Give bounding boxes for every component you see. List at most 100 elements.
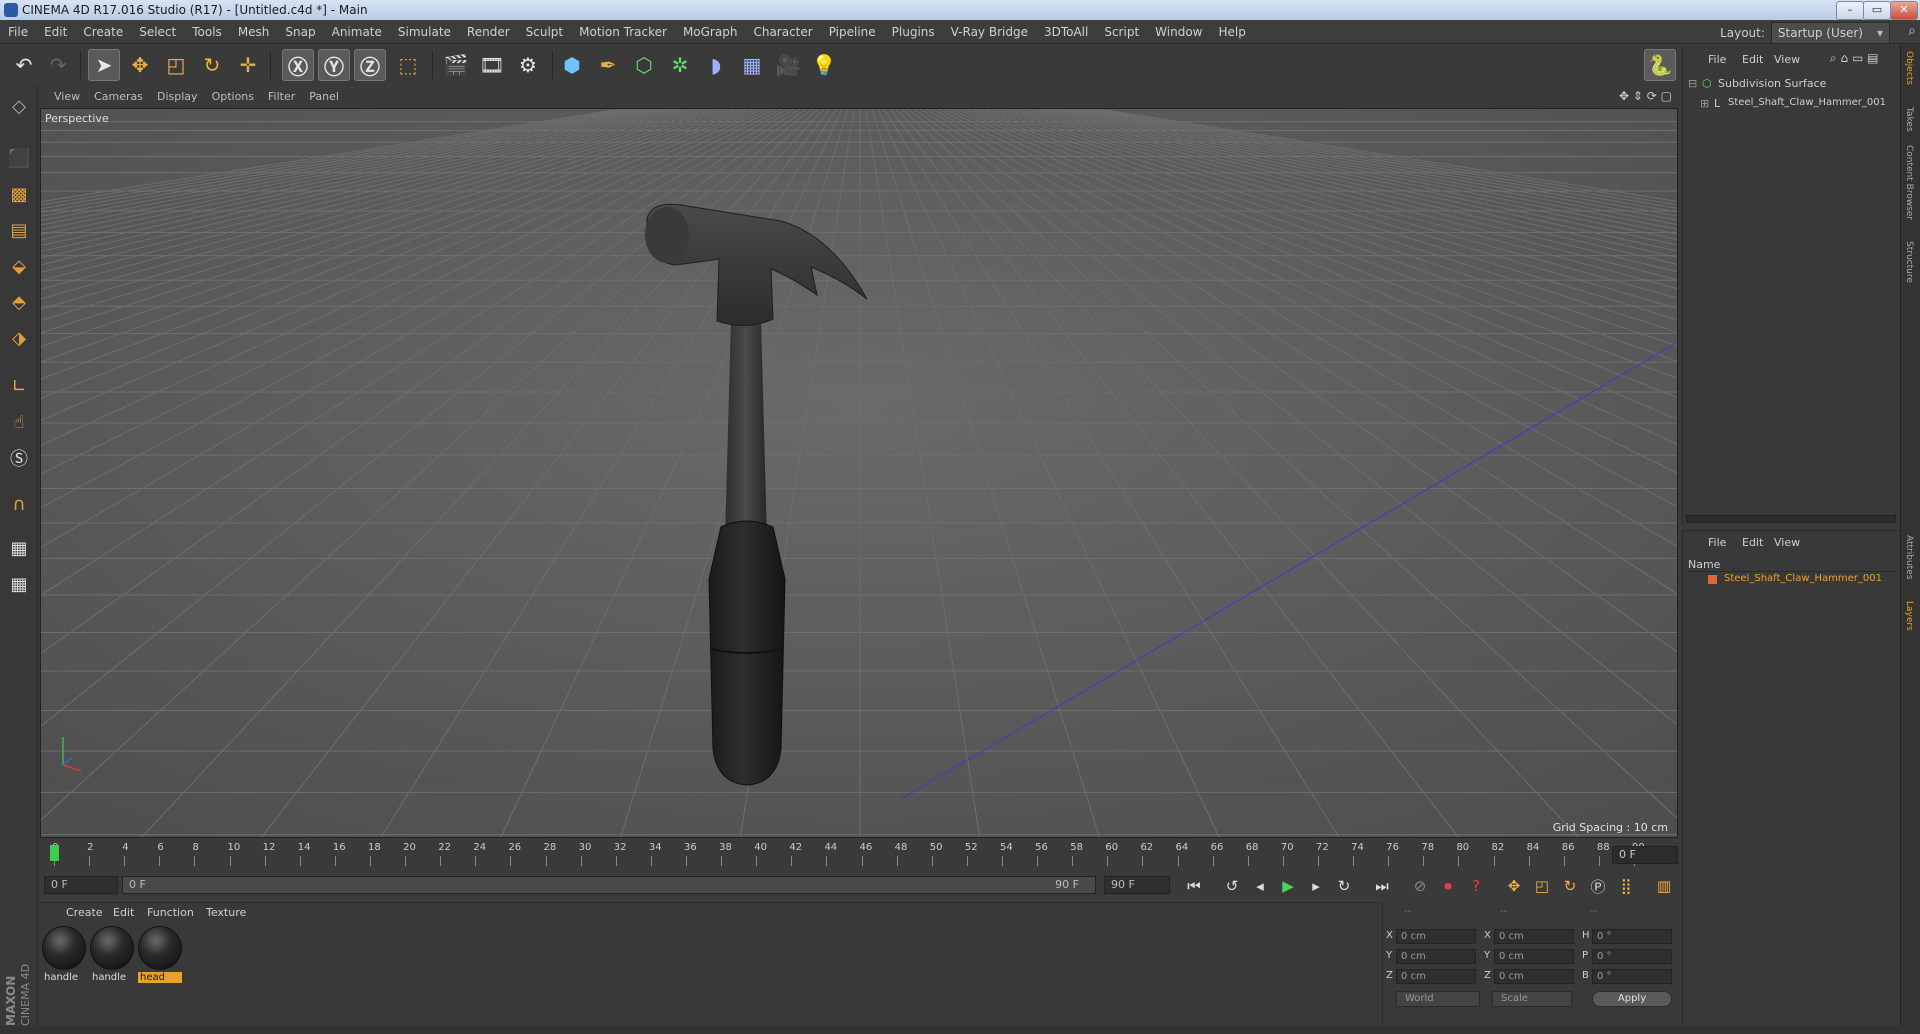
scale-icon[interactable]: ◰ xyxy=(160,49,192,81)
object-manager-scrollbar[interactable] xyxy=(1686,515,1896,523)
menu-motion-tracker[interactable]: Motion Tracker xyxy=(571,20,675,44)
previous-frame-icon[interactable]: ◂ xyxy=(1248,874,1272,898)
menu-vray-bridge[interactable]: V-Ray Bridge xyxy=(943,20,1036,44)
menu-pipeline[interactable]: Pipeline xyxy=(821,20,884,44)
object-menu-edit[interactable]: Edit xyxy=(1742,53,1763,66)
layout-dropdown[interactable]: Startup (User) xyxy=(1770,22,1890,44)
model-mode-icon[interactable]: ⬛ xyxy=(3,142,35,174)
rotation-p-field[interactable]: 0 ° xyxy=(1592,949,1672,964)
python-icon[interactable]: 🐍 xyxy=(1644,49,1676,81)
tab-attributes[interactable]: Attributes xyxy=(1904,535,1914,579)
viewport-menu-display[interactable]: Display xyxy=(157,86,198,108)
tab-structure[interactable]: Structure xyxy=(1904,241,1914,283)
layer-item[interactable]: Steel_Shaft_Claw_Hammer_001 xyxy=(1724,573,1882,584)
workplane-icon[interactable]: ▤ xyxy=(3,214,35,246)
material-menu-edit[interactable]: Edit xyxy=(113,906,134,919)
menu-window[interactable]: Window xyxy=(1147,20,1210,44)
key-pla-icon[interactable]: ⣿ xyxy=(1614,874,1638,898)
camera-icon[interactable]: 🎥 xyxy=(772,49,804,81)
key-parameter-icon[interactable]: Ⓟ xyxy=(1586,874,1610,898)
next-frame-icon[interactable]: ▸ xyxy=(1304,874,1328,898)
key-rotation-icon[interactable]: ↻ xyxy=(1558,874,1582,898)
menu-file[interactable]: File xyxy=(0,20,36,44)
rotation-b-field[interactable]: 0 ° xyxy=(1592,969,1672,984)
live-transform-icon[interactable]: ✛ xyxy=(232,49,264,81)
menu-render[interactable]: Render xyxy=(459,20,518,44)
position-y-field[interactable]: 0 cm xyxy=(1396,949,1476,964)
go-to-start-icon[interactable]: ⏮ xyxy=(1182,874,1206,898)
close-button[interactable]: ✕ xyxy=(1890,1,1918,20)
snap-icon[interactable]: Ⓢ xyxy=(3,442,35,474)
position-x-field[interactable]: 0 cm xyxy=(1396,929,1476,944)
subdivision-icon[interactable]: ⬡ xyxy=(628,49,660,81)
menu-select[interactable]: Select xyxy=(131,20,184,44)
viewport-navigation-icons[interactable]: ✥ ⇕ ⟳ ▢ xyxy=(1619,89,1672,103)
menu-snap[interactable]: Snap xyxy=(277,20,323,44)
menu-character[interactable]: Character xyxy=(745,20,820,44)
z-axis-icon[interactable]: Ⓩ xyxy=(354,49,386,81)
tree-expand-icon[interactable]: ⊞ xyxy=(1700,97,1709,110)
tab-objects[interactable]: Objects xyxy=(1904,51,1914,85)
axis-mode-icon[interactable]: ∟ xyxy=(3,370,35,402)
texture-mode-icon[interactable]: ▩ xyxy=(3,178,35,210)
rotation-h-field[interactable]: 0 ° xyxy=(1592,929,1672,944)
coordinate-mode-dropdown[interactable]: Scale xyxy=(1492,991,1572,1007)
size-y-field[interactable]: 0 cm xyxy=(1494,949,1574,964)
minimize-button[interactable]: – xyxy=(1836,1,1864,20)
apply-button[interactable]: Apply xyxy=(1592,991,1672,1007)
light-icon[interactable]: 💡 xyxy=(808,49,840,81)
magnet-icon[interactable]: ∩ xyxy=(3,488,35,520)
move-icon[interactable]: ✥ xyxy=(124,49,156,81)
render-view-icon[interactable]: 🎬 xyxy=(440,49,472,81)
position-z-field[interactable]: 0 cm xyxy=(1396,969,1476,984)
layer-menu-view[interactable]: View xyxy=(1774,536,1800,549)
material-menu-function[interactable]: Function xyxy=(147,906,194,919)
menu-animate[interactable]: Animate xyxy=(324,20,390,44)
start-frame-field[interactable]: 0 F xyxy=(44,876,118,894)
menu-tools[interactable]: Tools xyxy=(184,20,230,44)
layer-menu-file[interactable]: File xyxy=(1708,536,1726,549)
object-menu-file[interactable]: File xyxy=(1708,53,1726,66)
make-editable-icon[interactable]: ◇ xyxy=(3,90,35,122)
3d-viewport[interactable] xyxy=(40,108,1678,838)
next-key-icon[interactable]: ↻ xyxy=(1332,874,1356,898)
object-tree-item[interactable]: Steel_Shaft_Claw_Hammer_001 xyxy=(1728,97,1886,108)
viewport-menu-panel[interactable]: Panel xyxy=(309,86,339,108)
tab-content-browser[interactable]: Content Browser xyxy=(1904,145,1914,220)
size-x-field[interactable]: 0 cm xyxy=(1494,929,1574,944)
timeline-ruler[interactable]: 0246810121416182022242628303234363840424… xyxy=(40,840,1678,868)
record-keys-off-icon[interactable]: ⊘ xyxy=(1408,874,1432,898)
menu-create[interactable]: Create xyxy=(75,20,131,44)
polygons-mode-icon[interactable]: ⬗ xyxy=(3,322,35,354)
array-icon[interactable]: ✲ xyxy=(664,49,696,81)
menu-mesh[interactable]: Mesh xyxy=(230,20,278,44)
tab-takes[interactable]: Takes xyxy=(1904,107,1914,132)
floor-icon[interactable]: ▦ xyxy=(736,49,768,81)
viewport-menu-filter[interactable]: Filter xyxy=(268,86,295,108)
size-z-field[interactable]: 0 cm xyxy=(1494,969,1574,984)
material-swatch[interactable]: handle xyxy=(90,926,134,984)
menu-simulate[interactable]: Simulate xyxy=(390,20,459,44)
search-icon[interactable]: ⌕ xyxy=(1908,23,1916,39)
points-mode-icon[interactable]: ⬙ xyxy=(3,250,35,282)
undo-icon[interactable]: ↶ xyxy=(8,49,40,81)
edges-mode-icon[interactable]: ⬘ xyxy=(3,286,35,318)
planar-workplane-icon[interactable]: ▦ xyxy=(3,568,35,600)
menu-edit[interactable]: Edit xyxy=(36,20,75,44)
object-manager-tool-icons[interactable]: ⌕ ⌂ ▭ ▤ xyxy=(1830,51,1878,66)
select-cursor-icon[interactable]: ➤ xyxy=(88,49,120,81)
object-menu-view[interactable]: View xyxy=(1774,53,1800,66)
material-swatch-selected[interactable]: head xyxy=(138,926,182,984)
y-axis-icon[interactable]: Ⓨ xyxy=(318,49,350,81)
x-axis-icon[interactable]: Ⓧ xyxy=(282,49,314,81)
playhead-marker[interactable] xyxy=(50,845,59,861)
tweak-icon[interactable]: ☝ xyxy=(3,406,35,438)
previous-key-icon[interactable]: ↺ xyxy=(1220,874,1244,898)
render-picture-viewer-icon[interactable]: 🎞 xyxy=(476,49,508,81)
layer-color-swatch[interactable] xyxy=(1708,575,1717,584)
autokey-icon[interactable]: ? xyxy=(1464,874,1488,898)
cube-icon[interactable]: ⬢ xyxy=(556,49,588,81)
menu-sculpt[interactable]: Sculpt xyxy=(518,20,571,44)
lock-workplane-icon[interactable]: ▦ xyxy=(3,532,35,564)
viewport-menu-cameras[interactable]: Cameras xyxy=(94,86,143,108)
